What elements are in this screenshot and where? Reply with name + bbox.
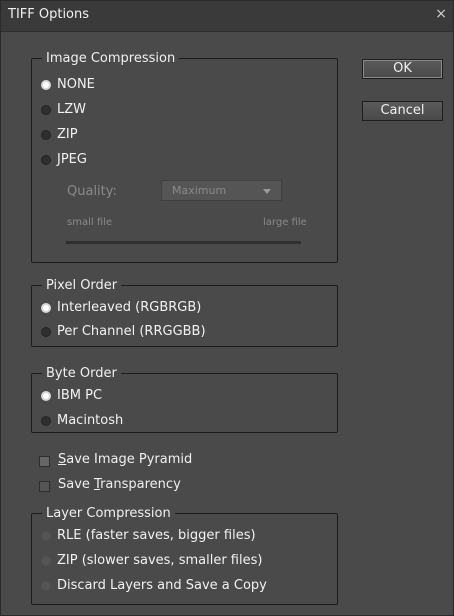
quality-slider-track[interactable]	[66, 241, 301, 244]
byte-order-legend: Byte Order	[46, 366, 117, 381]
radio-label: Interleaved (RGBRGB)	[57, 300, 202, 315]
radio-label: LZW	[57, 102, 87, 117]
quality-select[interactable]: Maximum	[161, 180, 282, 201]
save-transparency-label[interactable]: Save Transparency	[58, 477, 181, 492]
radio-lzw[interactable]: LZW	[41, 102, 86, 117]
radio-label: Macintosh	[57, 413, 124, 428]
radio-disabled-icon	[41, 580, 51, 591]
radio-per-channel[interactable]: Per Channel (RRGGBB)	[41, 324, 206, 339]
radio-disabled-icon	[41, 555, 51, 566]
small-file-label: small file	[67, 217, 113, 228]
radio-label: ZIP	[57, 127, 78, 142]
radio-label: JPEG	[57, 152, 87, 167]
radio-macintosh[interactable]: Macintosh	[41, 413, 123, 428]
title-bar: TIFF Options ×	[1, 1, 453, 32]
quality-label: Quality:	[67, 184, 117, 199]
radio-none[interactable]: NONE	[41, 77, 95, 92]
radio-unselected-icon	[41, 104, 51, 115]
radio-layer-zip[interactable]: ZIP (slower saves, smaller files)	[41, 553, 262, 568]
ok-button[interactable]: OK	[362, 59, 443, 79]
radio-discard-layers[interactable]: Discard Layers and Save a Copy	[41, 578, 267, 593]
pixel-order-legend: Pixel Order	[46, 278, 118, 293]
radio-zip[interactable]: ZIP	[41, 127, 78, 142]
save-transparency-prefix: Save	[58, 477, 95, 492]
tiff-options-dialog: TIFF Options × OK Cancel Image Compressi…	[0, 0, 454, 616]
radio-unselected-icon	[41, 129, 51, 140]
image-compression-legend: Image Compression	[46, 51, 176, 66]
radio-disabled-icon	[41, 530, 51, 541]
save-image-pyramid-text: ave Image Pyramid	[66, 452, 193, 467]
radio-label: Discard Layers and Save a Copy	[57, 578, 267, 593]
radio-selected-icon	[41, 79, 51, 90]
cancel-button[interactable]: Cancel	[362, 101, 443, 121]
radio-label: ZIP (slower saves, smaller files)	[57, 553, 263, 568]
layer-compression-legend: Layer Compression	[46, 506, 171, 521]
large-file-label: large file	[263, 217, 307, 228]
radio-jpeg[interactable]: JPEG	[41, 152, 87, 167]
radio-label: RLE (faster saves, bigger files)	[57, 528, 256, 543]
chevron-down-icon	[263, 189, 271, 194]
save-transparency-checkbox[interactable]	[39, 481, 50, 492]
radio-label: NONE	[57, 77, 95, 92]
radio-rle[interactable]: RLE (faster saves, bigger files)	[41, 528, 256, 543]
save-image-pyramid-checkbox[interactable]	[39, 456, 50, 467]
save-transparency-text: ransparency	[100, 477, 181, 492]
radio-unselected-icon	[41, 154, 51, 165]
radio-label: IBM PC	[57, 388, 103, 403]
radio-selected-icon	[41, 390, 51, 401]
window-title: TIFF Options	[8, 7, 90, 22]
radio-interleaved[interactable]: Interleaved (RGBRGB)	[41, 300, 201, 315]
radio-label: Per Channel (RRGGBB)	[57, 324, 206, 339]
quality-select-value: Maximum	[172, 184, 227, 197]
radio-unselected-icon	[41, 415, 51, 426]
close-icon[interactable]: ×	[435, 6, 447, 22]
radio-ibm-pc[interactable]: IBM PC	[41, 388, 102, 403]
radio-selected-icon	[41, 302, 51, 313]
radio-unselected-icon	[41, 326, 51, 337]
save-image-pyramid-label[interactable]: Save Image Pyramid	[58, 452, 192, 467]
